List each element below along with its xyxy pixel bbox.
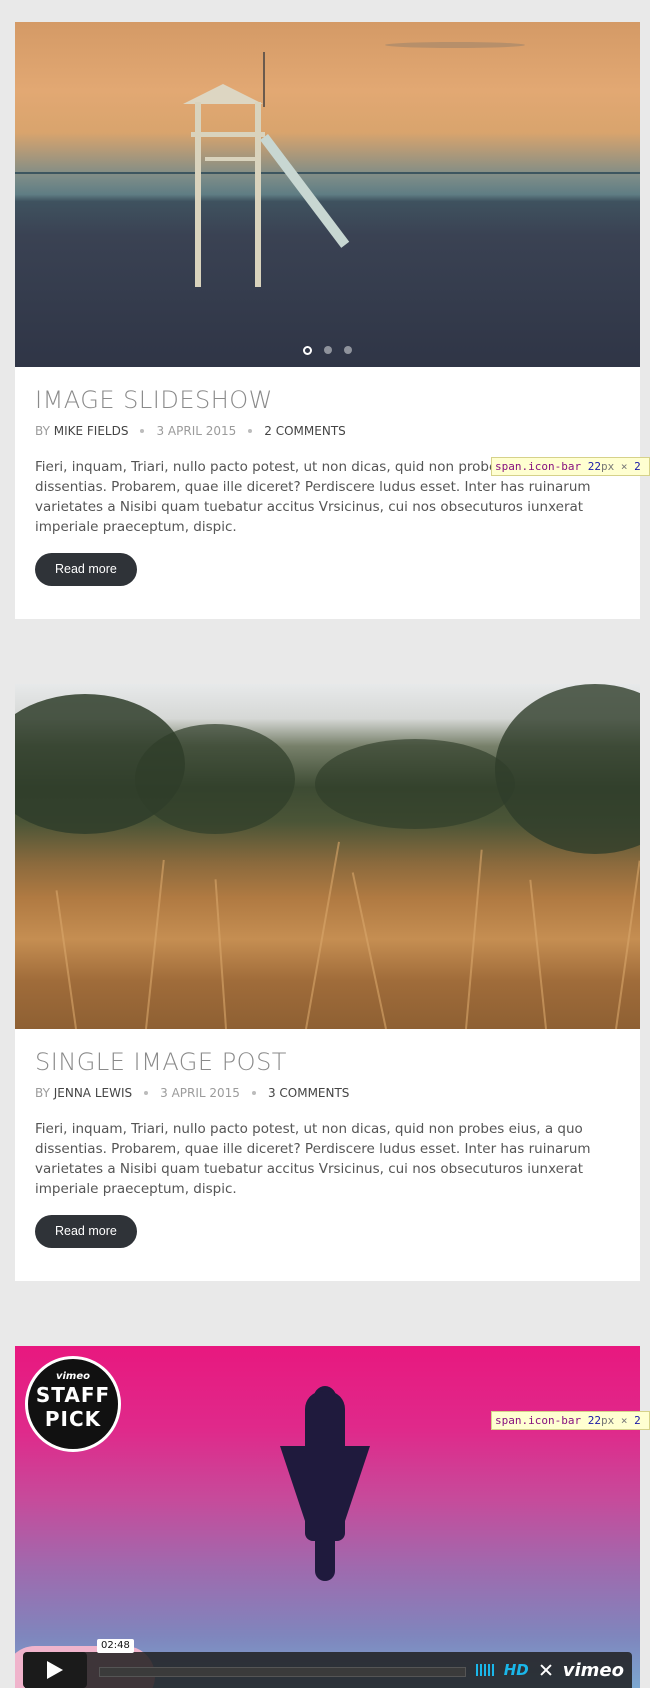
play-button[interactable]: [23, 1652, 87, 1688]
post-date: 3 APRIL 2015: [156, 424, 237, 438]
by-label: BY: [35, 1086, 50, 1100]
tooltip-width: 22: [587, 460, 601, 473]
read-more-button[interactable]: Read more: [35, 1215, 137, 1248]
post-date: 3 APRIL 2015: [160, 1086, 240, 1100]
beach-lifeguard-tower-image: [15, 22, 640, 367]
post-image[interactable]: [15, 684, 640, 1029]
figure-legs: [315, 1536, 335, 1581]
tooltip-unit: px: [600, 1414, 615, 1427]
by-label: BY: [35, 424, 50, 438]
badge-pick-text: PICK: [44, 1407, 102, 1431]
tooltip-separator: ×: [620, 1414, 628, 1427]
image-slideshow[interactable]: [15, 22, 640, 367]
devtools-element-tooltip: span.icon-bar 22px × 2: [491, 457, 650, 476]
volume-icon[interactable]: [475, 1664, 494, 1676]
tooltip-separator: ×: [620, 460, 628, 473]
post-title[interactable]: IMAGE SLIDESHOW: [35, 385, 620, 415]
tooltip-selector: span.icon-bar: [495, 1414, 582, 1427]
tooltip-unit: px: [600, 460, 615, 473]
meta-separator: [144, 1091, 149, 1095]
post-excerpt: Fieri, inquam, Triari, nullo pacto potes…: [35, 1121, 591, 1197]
author-link[interactable]: JENNA LEWIS: [54, 1085, 132, 1101]
dry-grass-field-image: [15, 684, 640, 1029]
post-meta: BY JENNA LEWIS 3 APRIL 2015 3 COMMENTS: [35, 1085, 620, 1101]
duration-label: 02:48: [97, 1639, 134, 1653]
progress-bar[interactable]: 02:48: [97, 1639, 466, 1688]
staff-pick-badge[interactable]: vimeo STAFF PICK: [25, 1356, 121, 1452]
vimeo-logo[interactable]: vimeo: [563, 1660, 624, 1681]
slider-dot-2[interactable]: [324, 346, 332, 354]
slider-dot-3[interactable]: [344, 346, 352, 354]
meta-separator: [248, 429, 253, 433]
meta-separator: [251, 1091, 256, 1095]
video-player[interactable]: vimeo STAFF PICK 02:48 HD vimeo: [15, 1346, 640, 1688]
fullscreen-icon[interactable]: [539, 1663, 553, 1677]
meta-separator: [140, 429, 145, 433]
slider-dots: [15, 346, 640, 355]
author-link[interactable]: MIKE FIELDS: [54, 423, 129, 439]
devtools-element-tooltip: span.icon-bar 22px × 2: [491, 1411, 650, 1430]
tooltip-selector: span.icon-bar: [495, 460, 582, 473]
play-icon: [47, 1661, 63, 1679]
post-title[interactable]: SINGLE IMAGE POST: [35, 1047, 620, 1077]
comments-link[interactable]: 3 COMMENTS: [268, 1085, 350, 1101]
comments-link[interactable]: 2 COMMENTS: [264, 423, 346, 439]
badge-vimeo-text: vimeo: [55, 1371, 91, 1382]
video-controls: 02:48 HD vimeo: [23, 1639, 632, 1688]
winged-figure: [305, 1391, 345, 1541]
read-more-button[interactable]: Read more: [35, 553, 137, 586]
slider-dot-1[interactable]: [303, 346, 312, 355]
post-meta: BY MIKE FIELDS 3 APRIL 2015 2 COMMENTS: [35, 423, 620, 439]
hd-toggle[interactable]: HD: [504, 1661, 529, 1679]
tooltip-height: 2: [634, 1414, 641, 1427]
tooltip-width: 22: [587, 1414, 601, 1427]
post-card: SINGLE IMAGE POST BY JENNA LEWIS 3 APRIL…: [15, 684, 640, 1281]
progress-track[interactable]: [99, 1667, 466, 1677]
badge-staff-text: STAFF: [35, 1383, 111, 1407]
tooltip-height: 2: [634, 460, 641, 473]
post-card: IMAGE SLIDESHOW BY MIKE FIELDS 3 APRIL 2…: [15, 22, 640, 619]
